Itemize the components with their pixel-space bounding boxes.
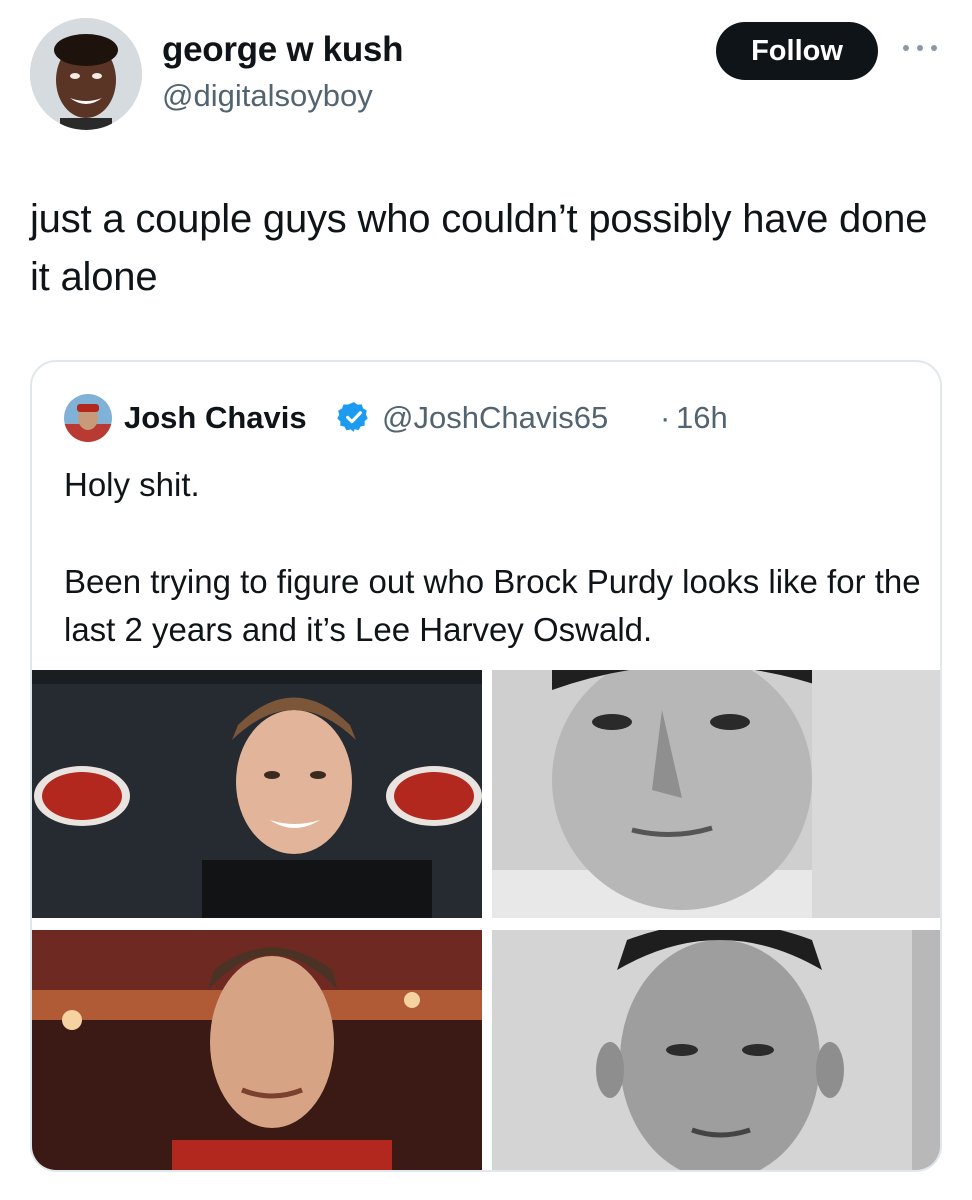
media-grid [32, 670, 940, 1170]
quoted-timestamp[interactable]: 16h [676, 400, 728, 436]
quoted-text-line1: Holy shit. [64, 466, 200, 503]
photo-oswald-portrait-1[interactable] [492, 670, 940, 918]
quoted-author-handle[interactable]: @JoshChavis65 [382, 400, 608, 436]
author-display-name[interactable]: george w kush [162, 30, 403, 70]
author-avatar[interactable] [30, 18, 142, 130]
quoted-author-avatar[interactable] [64, 394, 112, 442]
separator-dot: · [660, 400, 671, 435]
photo-oswald-portrait-2[interactable] [492, 930, 940, 1170]
author-handle[interactable]: @digitalsoyboy [162, 78, 373, 114]
more-horizontal-icon[interactable] [900, 38, 940, 58]
tweet-text: just a couple guys who couldn’t possibly… [30, 197, 928, 299]
quoted-text-line2: Been trying to figure out who Brock Purd… [64, 563, 921, 648]
photo-purdy-stadium[interactable] [32, 930, 482, 1170]
quoted-author-display-name[interactable]: Josh Chavis [124, 400, 307, 436]
photo-purdy-press-conference[interactable] [32, 670, 482, 918]
follow-button[interactable]: Follow [716, 22, 878, 80]
tweet-page: george w kush @digitalsoyboy Follow just… [0, 0, 972, 1200]
quoted-tweet-card[interactable]: Josh Chavis @JoshChavis65 · 16h Holy shi… [30, 360, 942, 1172]
verified-badge-icon [337, 400, 371, 434]
